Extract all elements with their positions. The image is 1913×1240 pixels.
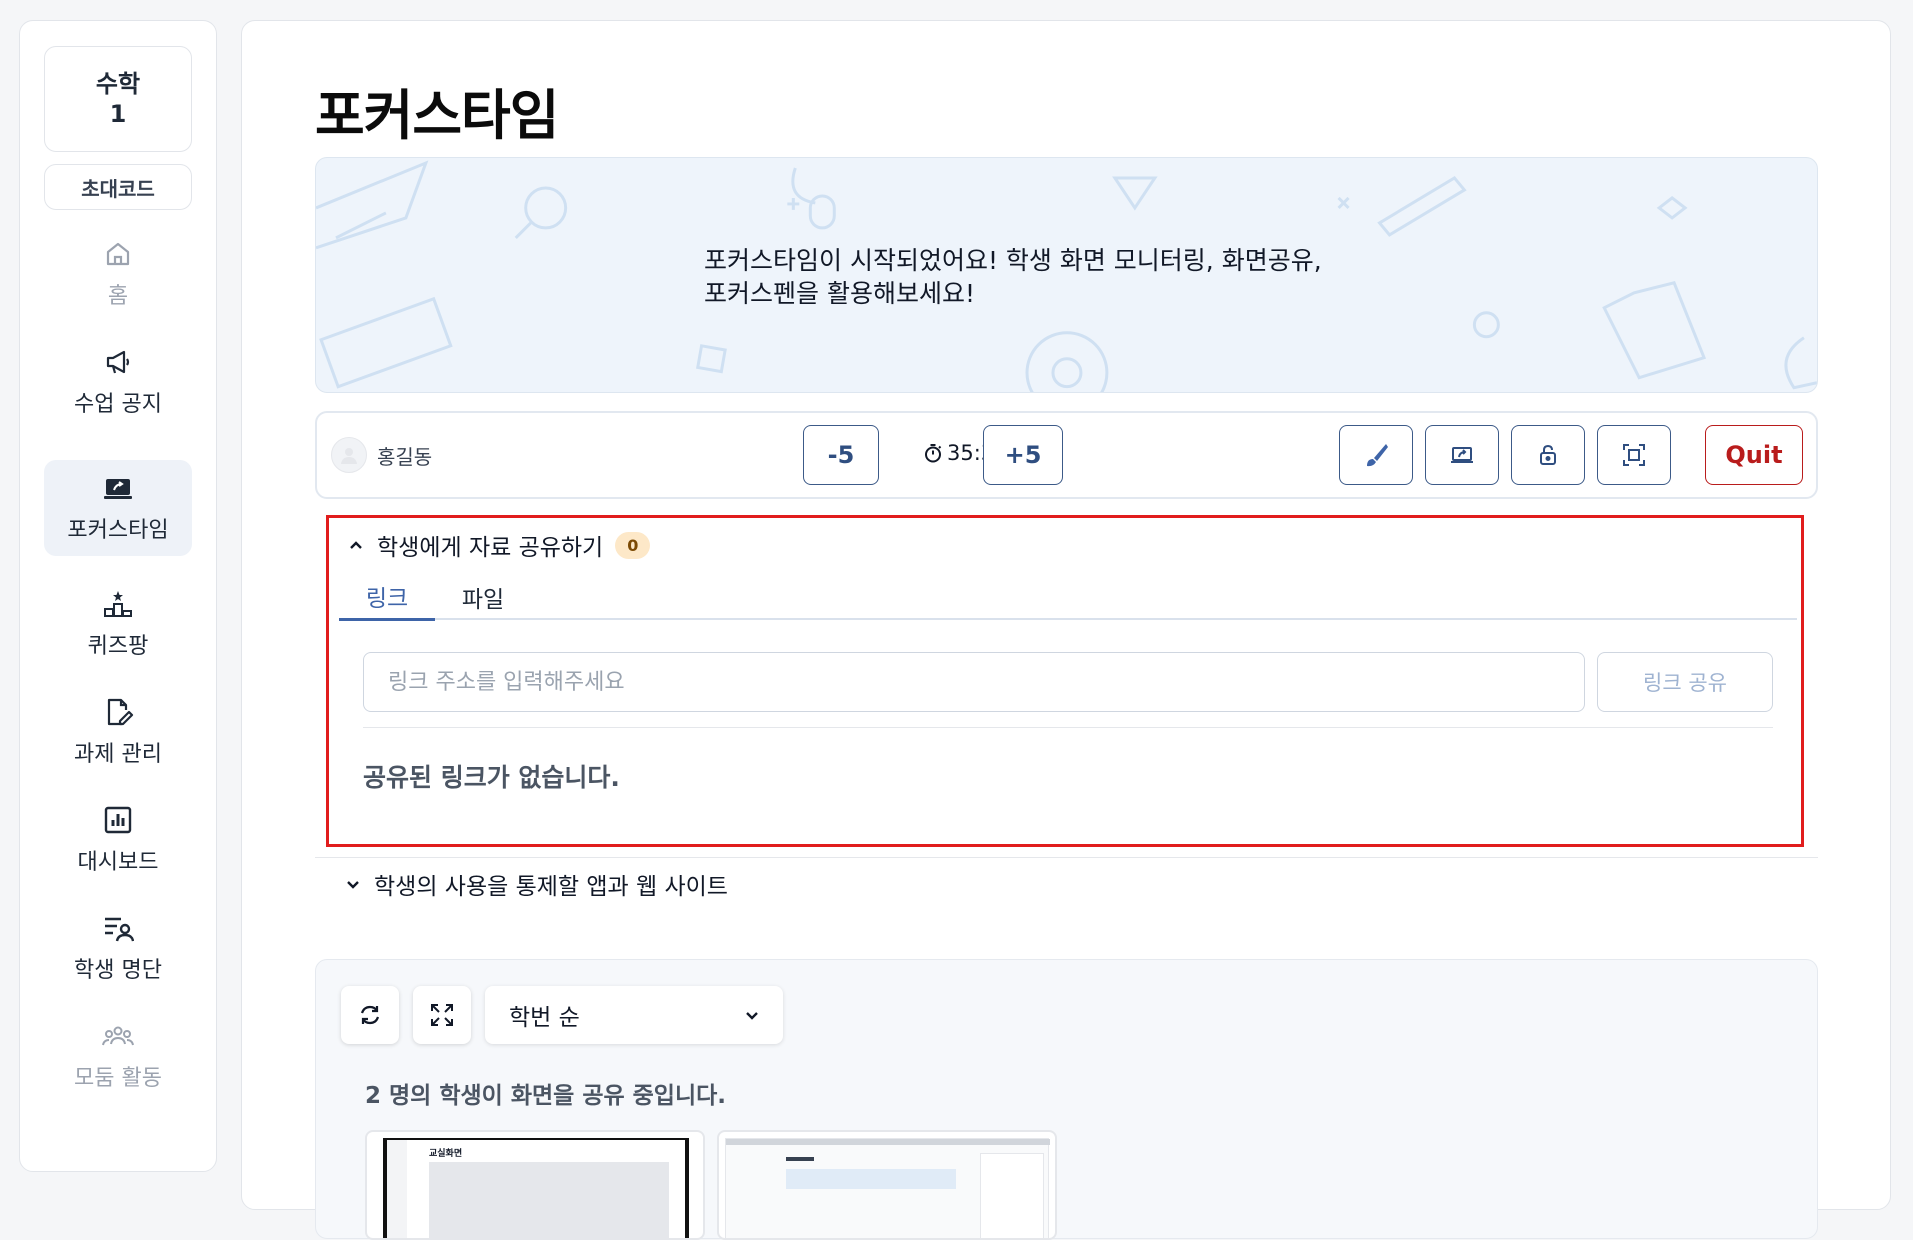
- fullscreen-lock-button[interactable]: [1597, 425, 1671, 485]
- focus-pen-button[interactable]: [1339, 425, 1413, 485]
- focus-control-bar: 홍길동 -5 35:37 +5 Quit: [315, 411, 1818, 499]
- sidebar-item-focustime[interactable]: 포커스타임: [44, 460, 192, 556]
- sidebar-item-dashboard[interactable]: 대시보드: [44, 792, 192, 888]
- expand-icon: [431, 1004, 453, 1026]
- invite-code-label: 초대코드: [81, 176, 155, 201]
- student-screen-thumbnail[interactable]: 교실화면: [365, 1130, 705, 1240]
- group-icon: [102, 1026, 134, 1046]
- sidebar: 수학 1 초대코드 홈 수업 공지 포커스타임 퀴즈팡 과제 관리 대시보드 학…: [19, 20, 217, 1172]
- minus-5-label: -5: [827, 441, 855, 469]
- sidebar-item-label: 모둠 활동: [74, 1066, 162, 1091]
- sidebar-item-label: 과제 관리: [74, 742, 162, 767]
- thumbnail-banner: [786, 1169, 956, 1189]
- thumbnail-sidebar: [387, 1140, 407, 1238]
- sort-select[interactable]: 학번 순: [485, 986, 783, 1044]
- main-panel: 포커스타임 포커스타임이 시작되었어요! 학생 화면 모니터링, 화면공유, 포…: [241, 20, 1891, 1240]
- screen-share-icon: [1451, 447, 1473, 463]
- quit-label: Quit: [1725, 441, 1783, 469]
- share-count-badge: 0: [615, 531, 651, 559]
- thumbnail-side-panel: [980, 1153, 1044, 1238]
- share-link-button[interactable]: 링크 공유: [1597, 652, 1773, 712]
- tab-file-label: 파일: [461, 587, 505, 613]
- sidebar-item-label: 퀴즈팡: [87, 634, 149, 659]
- app-control-section-toggle[interactable]: 학생의 사용을 통제할 앱과 웹 사이트: [344, 867, 728, 901]
- plus-5-button[interactable]: +5: [983, 425, 1063, 485]
- class-name: 수학: [95, 70, 141, 98]
- thumbnail-window: 교실화면: [387, 1140, 685, 1238]
- sidebar-item-label: 학생 명단: [74, 958, 162, 983]
- sidebar-item-label: 수업 공지: [74, 392, 162, 417]
- tab-link[interactable]: 링크: [339, 574, 435, 621]
- lock-icon: [1540, 444, 1556, 465]
- app-control-title: 학생의 사용을 통제할 앱과 웹 사이트: [374, 874, 728, 900]
- thumbnail-browser-bar: [726, 1139, 1050, 1145]
- share-section-toggle[interactable]: 학생에게 자료 공유하기 0: [347, 528, 651, 562]
- link-url-input[interactable]: [363, 652, 1585, 712]
- page-title: 포커스타임: [315, 84, 559, 147]
- chart-icon: [104, 806, 132, 834]
- expand-button[interactable]: [413, 986, 471, 1044]
- class-number: 1: [109, 100, 127, 128]
- student-screen-thumbnail[interactable]: [717, 1130, 1057, 1240]
- welcome-banner: 포커스타임이 시작되었어요! 학생 화면 모니터링, 화면공유, 포커스펜을 활…: [315, 157, 1818, 393]
- sidebar-item-label: 홈: [107, 284, 129, 309]
- refresh-button[interactable]: [341, 986, 399, 1044]
- chevron-up-icon: [350, 541, 362, 549]
- share-materials-section: 학생에게 자료 공유하기 0 링크 파일 링크 공유 공유된 링크가 없습니다.: [326, 515, 1804, 847]
- podium-icon: [104, 591, 132, 617]
- empty-links-message: 공유된 링크가 없습니다.: [363, 763, 620, 792]
- banner-message: 포커스타임이 시작되었어요! 학생 화면 모니터링, 화면공유, 포커스펜을 활…: [704, 244, 1322, 310]
- thumbnail-content: [429, 1162, 669, 1238]
- chevron-down-icon: [347, 881, 359, 889]
- thumbnail-title: 교실화면: [429, 1149, 463, 1159]
- user-icon: [341, 448, 357, 464]
- home-icon: [106, 242, 130, 266]
- sidebar-item-assignments[interactable]: 과제 관리: [44, 684, 192, 780]
- lock-screen-button[interactable]: [1511, 425, 1585, 485]
- refresh-icon: [360, 1005, 380, 1025]
- sidebar-item-label: 포커스타임: [67, 518, 169, 543]
- chevron-down-icon: [746, 1012, 758, 1020]
- avatar: [331, 437, 367, 473]
- stopwatch-icon: [925, 444, 942, 463]
- sidebar-item-students[interactable]: 학생 명단: [44, 900, 192, 996]
- tab-file[interactable]: 파일: [435, 574, 531, 620]
- class-selector[interactable]: 수학 1: [44, 46, 192, 152]
- sidebar-item-label: 대시보드: [77, 850, 159, 875]
- share-section-title: 학생에게 자료 공유하기: [377, 535, 604, 561]
- invite-code-button[interactable]: 초대코드: [44, 164, 192, 210]
- sort-selected-value: 학번 순: [509, 1005, 580, 1031]
- current-student: 홍길동: [331, 437, 432, 473]
- sidebar-item-home[interactable]: 홈: [44, 226, 192, 322]
- student-screens-panel: 학번 순 2 명의 학생이 화면을 공유 중입니다. 교실화면: [315, 959, 1818, 1240]
- screen-share-button[interactable]: [1425, 425, 1499, 485]
- banner-line-1: 포커스타임이 시작되었어요! 학생 화면 모니터링, 화면공유,: [704, 246, 1322, 275]
- student-name: 홍길동: [377, 444, 433, 469]
- minus-5-button[interactable]: -5: [803, 425, 879, 485]
- student-list-icon: [105, 917, 134, 942]
- divider: [363, 727, 1773, 728]
- quit-button[interactable]: Quit: [1705, 425, 1803, 485]
- sharing-count-text: 2 명의 학생이 화면을 공유 중입니다.: [365, 1083, 727, 1109]
- thumbnail-screen: [725, 1138, 1050, 1238]
- sidebar-item-quiz[interactable]: 퀴즈팡: [44, 576, 192, 672]
- tab-link-label: 링크: [365, 586, 409, 612]
- divider: [315, 857, 1818, 858]
- brush-icon: [1367, 444, 1388, 467]
- megaphone-icon: [106, 350, 130, 374]
- plus-5-label: +5: [1004, 441, 1042, 469]
- banner-line-2: 포커스펜을 활용해보세요!: [704, 279, 975, 308]
- thumbnail-title: [786, 1157, 814, 1161]
- thumbnail-screen: 교실화면: [383, 1138, 689, 1238]
- sidebar-item-groups[interactable]: 모둠 활동: [44, 1008, 192, 1104]
- fullscreen-frame-icon: [1623, 444, 1645, 466]
- document-edit-icon: [107, 698, 134, 726]
- share-tabs: 링크 파일: [339, 574, 1797, 621]
- sidebar-item-notice[interactable]: 수업 공지: [44, 334, 192, 430]
- focus-screen-icon: [104, 479, 132, 499]
- share-link-label: 링크 공유: [1643, 671, 1727, 695]
